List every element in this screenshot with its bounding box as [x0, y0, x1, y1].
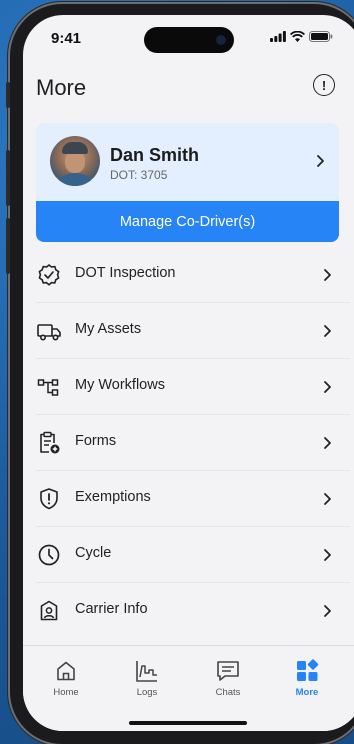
home-indicator — [129, 721, 247, 725]
truck-icon — [37, 324, 61, 341]
tab-label: More — [295, 687, 319, 698]
tab-home[interactable]: Home — [36, 658, 96, 698]
profile-card[interactable]: Dan Smith DOT: 3705 — [36, 123, 339, 201]
status-time: 9:41 — [51, 30, 82, 47]
tab-chats[interactable]: Chats — [198, 658, 258, 698]
shield-alert-icon — [40, 488, 58, 510]
profile-name: Dan Smith — [110, 145, 200, 165]
clock-icon — [38, 544, 60, 566]
chevron-right-icon — [324, 269, 331, 281]
logs-chart-icon — [136, 661, 157, 682]
chat-icon — [217, 661, 239, 681]
tab-bar: Home Logs Chats More — [23, 645, 354, 731]
avatar — [50, 136, 100, 186]
menu-item-exemptions[interactable]: Exemptions — [23, 471, 354, 527]
clipboard-add-icon — [40, 431, 60, 454]
status-bar: 9:41 — [23, 15, 354, 63]
badge-check-icon — [38, 264, 60, 286]
chevron-right-icon — [324, 605, 331, 617]
volume-up-button — [6, 150, 10, 206]
tab-label: Chats — [215, 687, 241, 698]
info-icon[interactable]: ! — [313, 74, 335, 96]
menu-item-label: Forms — [75, 433, 117, 449]
home-icon — [57, 661, 75, 681]
menu-list: DOT Inspection My Assets My Workflows Fo… — [23, 247, 354, 639]
battery-icon — [309, 31, 333, 42]
tab-label: Logs — [136, 687, 158, 698]
chevron-right-icon — [324, 549, 331, 561]
wifi-icon — [290, 31, 305, 42]
tab-label: Home — [53, 687, 79, 698]
app-screen: 9:41 More ! Dan Smith DOT: 3705 Manage C… — [23, 15, 354, 731]
profile-dot-number: DOT: 3705 — [110, 168, 168, 182]
workflow-icon — [37, 379, 59, 396]
menu-item-label: DOT Inspection — [75, 265, 176, 281]
menu-item-my-workflows[interactable]: My Workflows — [23, 359, 354, 415]
menu-item-forms[interactable]: Forms — [23, 415, 354, 471]
menu-item-label: My Assets — [75, 321, 142, 337]
status-icons — [270, 31, 333, 42]
menu-item-my-assets[interactable]: My Assets — [23, 303, 354, 359]
menu-item-label: Cycle — [75, 545, 112, 561]
mute-switch — [6, 82, 10, 108]
manage-co-drivers-button[interactable]: Manage Co-Driver(s) — [36, 201, 339, 242]
camera-icon — [216, 35, 226, 45]
tab-more[interactable]: More — [277, 658, 337, 698]
menu-item-label: Exemptions — [75, 489, 151, 505]
menu-item-label: Carrier Info — [75, 601, 148, 617]
menu-item-dot-inspection[interactable]: DOT Inspection — [23, 247, 354, 303]
grid-icon — [297, 659, 319, 681]
chevron-right-icon — [324, 381, 331, 393]
volume-down-button — [6, 218, 10, 274]
chevron-right-icon — [324, 437, 331, 449]
menu-item-carrier-info[interactable]: Carrier Info — [23, 583, 354, 639]
signal-icon — [270, 31, 286, 42]
menu-item-label: My Workflows — [75, 377, 165, 393]
carrier-profile-icon — [40, 600, 58, 621]
chevron-right-icon — [324, 493, 331, 505]
dynamic-island — [144, 27, 234, 53]
page-title: More — [36, 75, 87, 100]
menu-item-cycle[interactable]: Cycle — [23, 527, 354, 583]
tab-logs[interactable]: Logs — [117, 658, 177, 698]
chevron-right-icon — [324, 325, 331, 337]
chevron-right-icon — [317, 155, 324, 167]
